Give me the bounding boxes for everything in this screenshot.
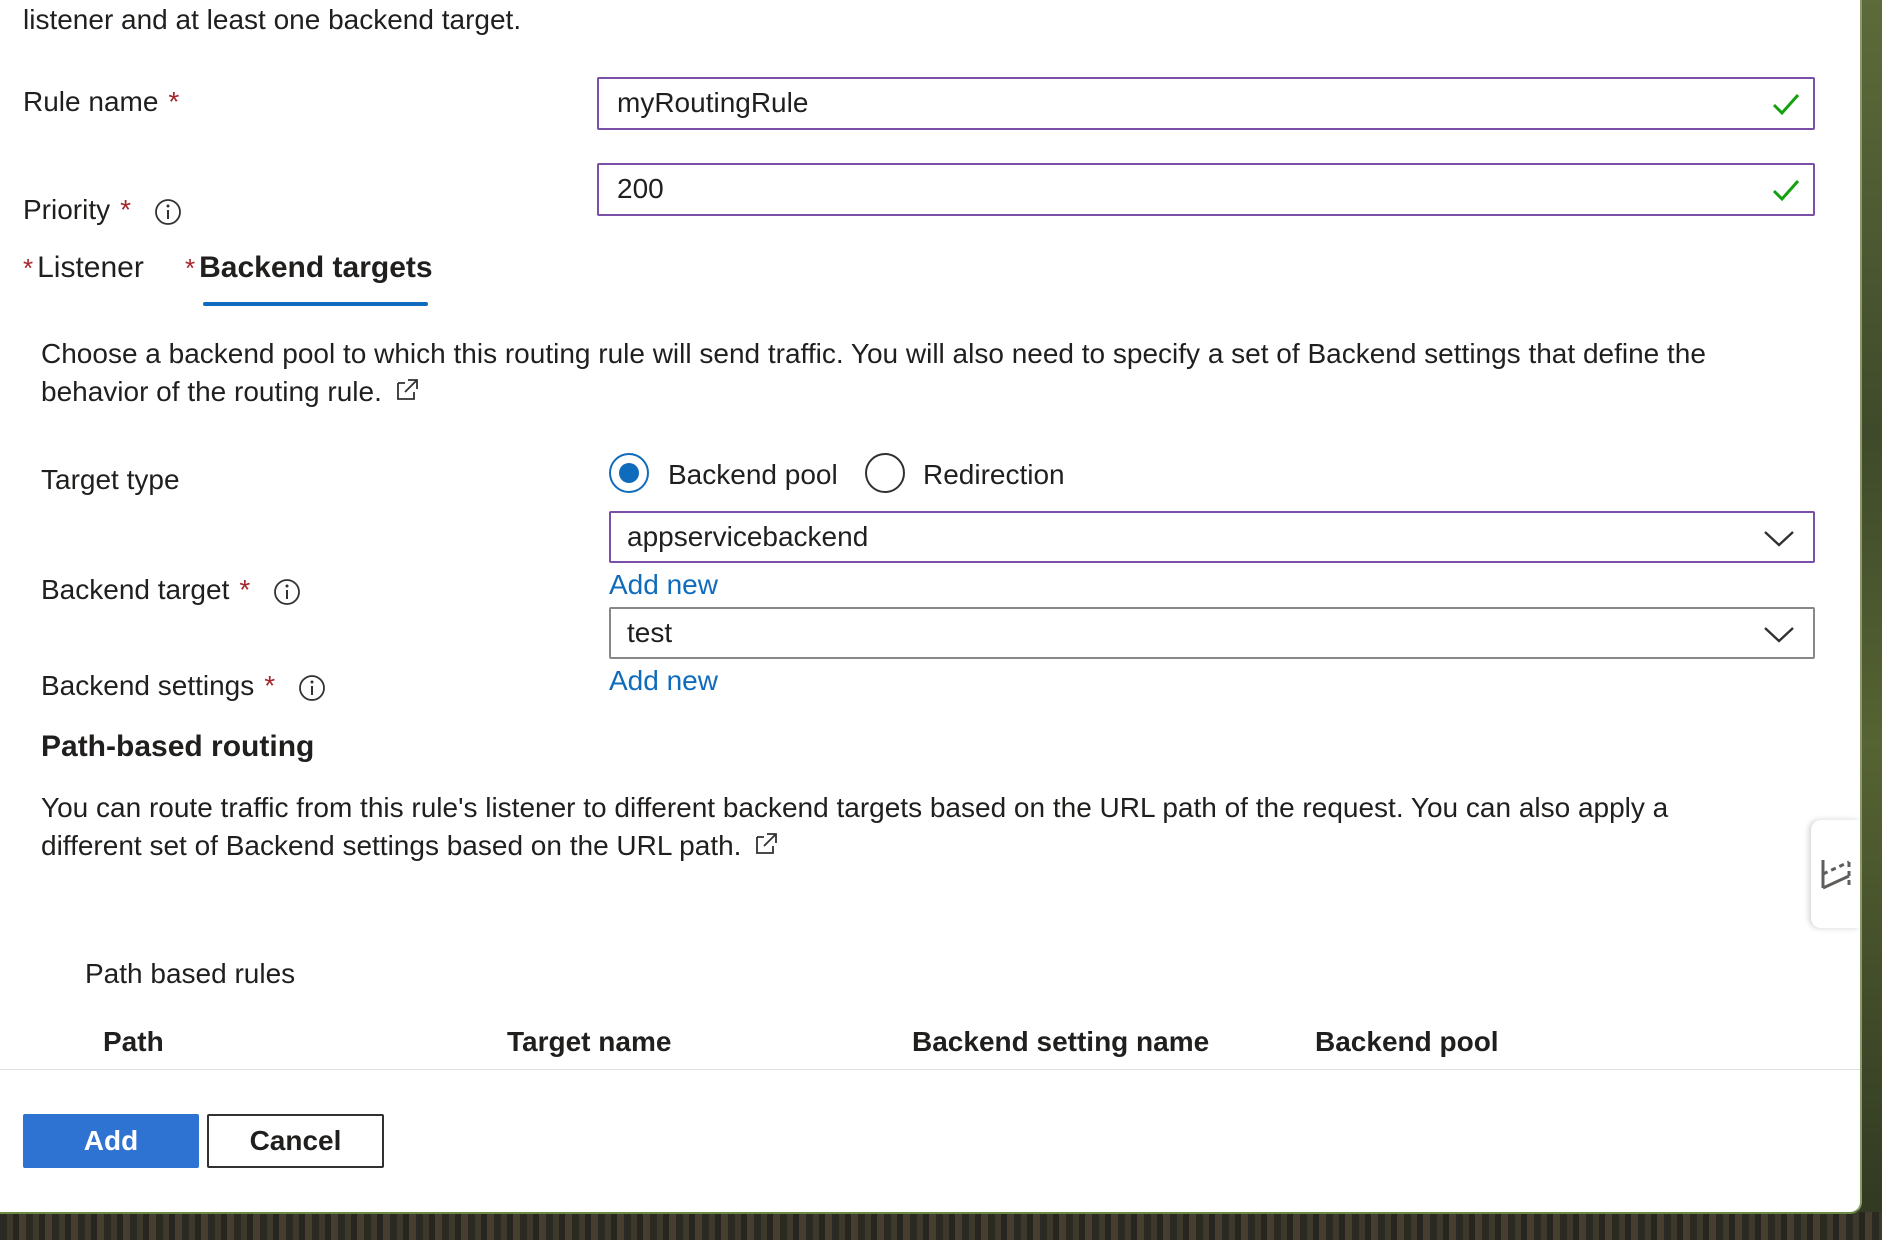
priority-input[interactable]: 200: [597, 163, 1815, 216]
priority-label: Priority: [23, 194, 111, 225]
tab-backend-targets-label: Backend targets: [199, 251, 433, 284]
checkmark-icon: [1772, 94, 1800, 116]
rule-name-value: myRoutingRule: [617, 87, 809, 118]
required-marker: *: [168, 86, 180, 117]
radio-redirection-label[interactable]: Redirection: [923, 459, 1065, 491]
path-based-rules-title: Path based rules: [85, 958, 296, 989]
tab-listener-label: Listener: [37, 251, 144, 284]
intro-text: listener and at least one backend target…: [23, 4, 522, 35]
backend-settings-label-row: Backend settings *: [41, 670, 327, 703]
desktop-background-bottom: [0, 1212, 1882, 1240]
path-routing-description-line2: different set of Backend settings based …: [41, 830, 742, 861]
backend-target-label: Backend target: [41, 574, 230, 605]
radio-backend-pool[interactable]: [609, 453, 649, 493]
backend-settings-label: Backend settings: [41, 670, 255, 701]
rule-name-label-row: Rule name *: [23, 86, 179, 118]
backend-target-add-new-link[interactable]: Add new: [609, 569, 718, 601]
backend-target-value: appservicebackend: [627, 521, 869, 552]
cancel-button[interactable]: Cancel: [207, 1114, 384, 1168]
required-marker: *: [120, 194, 132, 225]
external-link-icon[interactable]: [394, 377, 420, 403]
side-panel-toggle[interactable]: [1811, 820, 1860, 928]
column-header-backend-pool: Backend pool: [1315, 1026, 1499, 1057]
tab-backend-targets[interactable]: * Backend targets: [185, 251, 433, 285]
rule-name-label: Rule name: [23, 86, 159, 117]
required-marker: *: [239, 574, 251, 605]
backend-settings-value: test: [627, 617, 673, 648]
backend-description-line2-row: behavior of the routing rule.: [41, 376, 420, 408]
backend-settings-dropdown[interactable]: test: [609, 607, 1815, 659]
external-link-icon[interactable]: [753, 831, 779, 857]
column-header-backend-setting-name: Backend setting name: [912, 1026, 1210, 1057]
radio-selected-dot: [619, 463, 639, 483]
column-header-target-name: Target name: [507, 1026, 672, 1057]
required-marker: *: [264, 670, 276, 701]
path-routing-description-line2-row: different set of Backend settings based …: [41, 830, 779, 862]
priority-value: 200: [617, 173, 664, 204]
footer-divider: [0, 1069, 1860, 1070]
info-icon[interactable]: [272, 577, 302, 607]
target-type-label: Target type: [41, 464, 180, 495]
backend-settings-add-new-link[interactable]: Add new: [609, 665, 718, 697]
required-marker: *: [23, 253, 34, 283]
panel-toggle-icon: [1821, 860, 1851, 890]
radio-backend-pool-label[interactable]: Backend pool: [668, 459, 838, 491]
column-header-path: Path: [103, 1026, 164, 1057]
backend-target-label-row: Backend target *: [41, 574, 302, 607]
checkmark-icon: [1772, 180, 1800, 202]
tab-listener[interactable]: * Listener: [23, 251, 144, 285]
info-icon[interactable]: [153, 197, 183, 227]
add-routing-rule-panel: listener and at least one backend target…: [0, 0, 1862, 1214]
required-marker: *: [185, 253, 196, 283]
backend-description: Choose a backend pool to which this rout…: [41, 338, 1706, 369]
chevron-down-icon: [1764, 531, 1794, 547]
backend-target-dropdown[interactable]: appservicebackend: [609, 511, 1815, 563]
backend-description-line2: behavior of the routing rule.: [41, 376, 382, 407]
priority-label-row: Priority *: [23, 194, 183, 227]
add-button[interactable]: Add: [23, 1114, 199, 1168]
path-routing-description: You can route traffic from this rule's l…: [41, 792, 1669, 823]
tab-selected-indicator: [203, 302, 428, 306]
info-icon[interactable]: [297, 673, 327, 703]
chevron-down-icon: [1764, 627, 1794, 643]
path-routing-heading: Path-based routing: [41, 730, 315, 763]
rule-name-input[interactable]: myRoutingRule: [597, 77, 1815, 130]
radio-redirection[interactable]: [865, 453, 905, 493]
